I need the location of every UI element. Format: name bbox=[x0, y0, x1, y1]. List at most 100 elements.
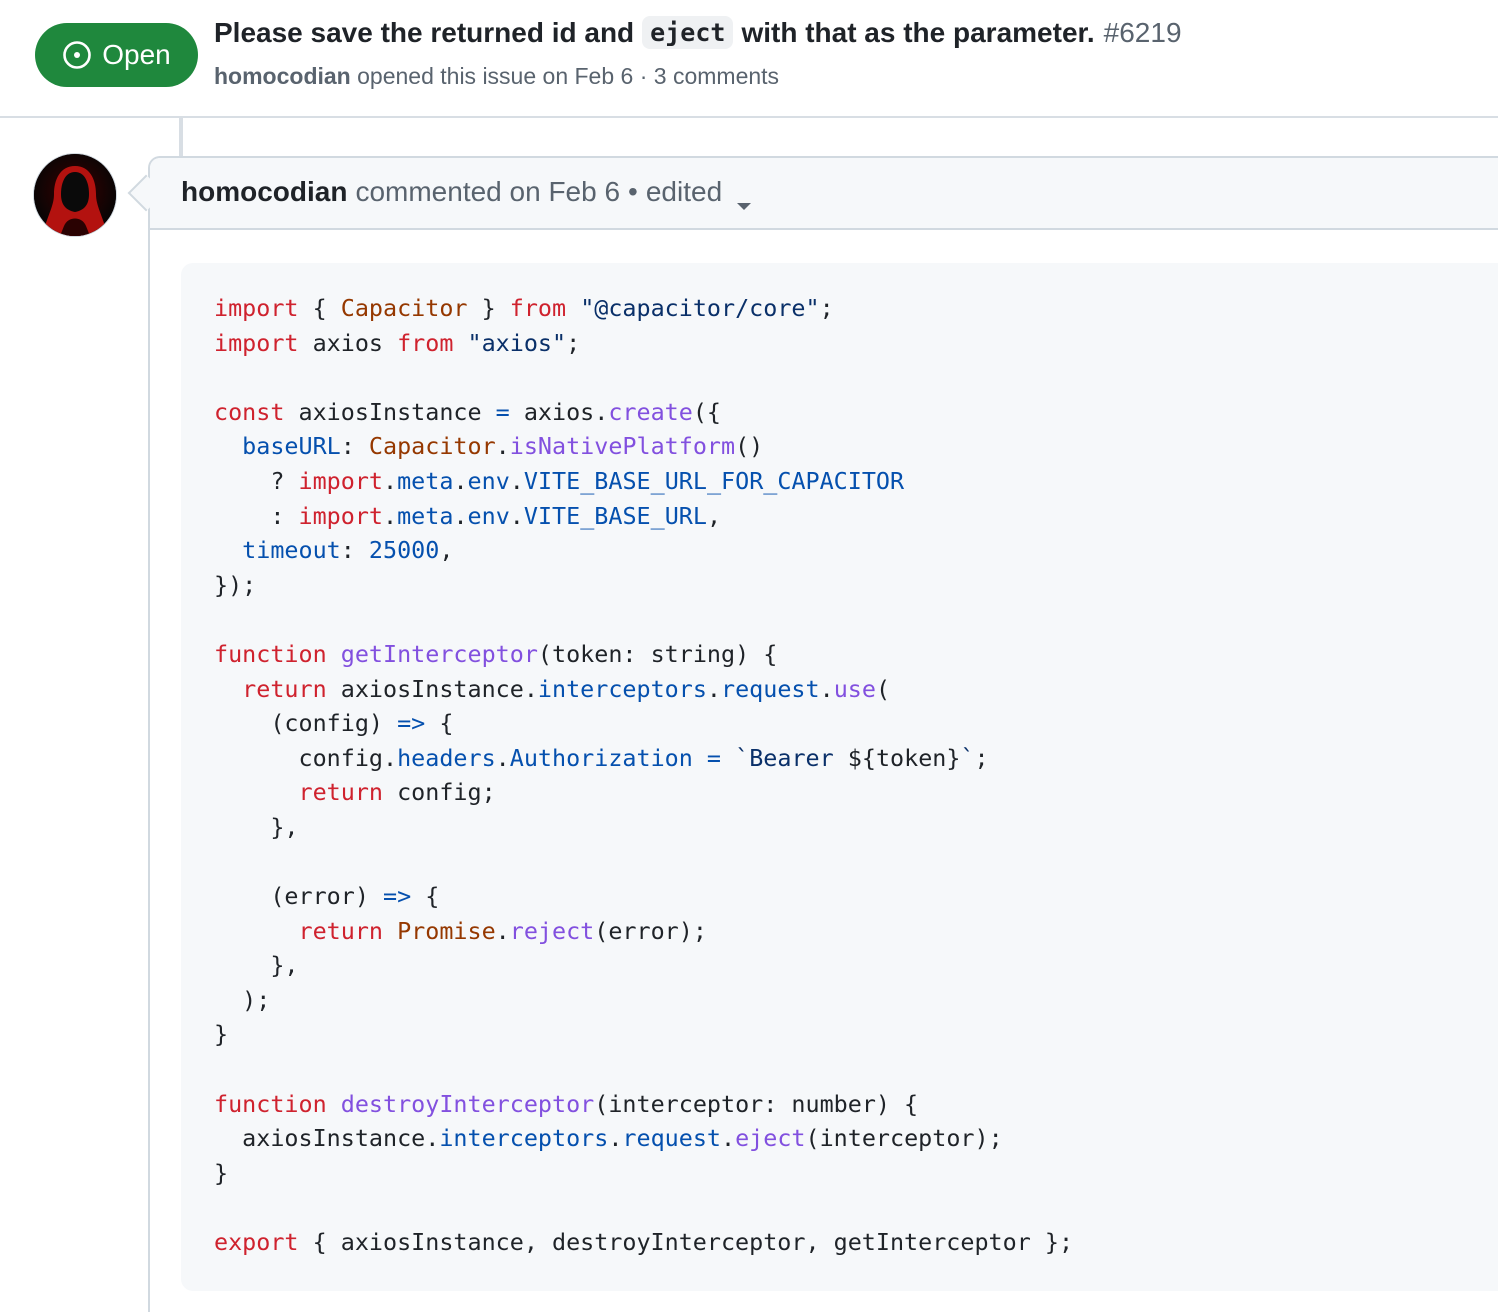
code-token: => bbox=[383, 882, 412, 911]
code-token: . bbox=[509, 466, 524, 495]
code-line: config.headers.Authorization = `Bearer $… bbox=[214, 741, 1498, 776]
code-token: () bbox=[735, 432, 764, 461]
avatar[interactable] bbox=[34, 154, 116, 236]
code-line: function destroyInterceptor(interceptor:… bbox=[214, 1087, 1498, 1122]
code-token: , bbox=[439, 536, 454, 565]
code-token: . bbox=[383, 466, 398, 495]
code-token: VITE_BASE_URL bbox=[523, 501, 707, 530]
issue-number: #6219 bbox=[1103, 16, 1182, 48]
code-token: (error); bbox=[594, 916, 707, 945]
code-token: create bbox=[608, 397, 693, 426]
issue-meta: homocodian opened this issue on Feb 6 · … bbox=[214, 63, 779, 90]
code-token: ({ bbox=[692, 397, 722, 426]
code-line: axiosInstance.interceptors.request.eject… bbox=[214, 1121, 1498, 1156]
code-line: ); bbox=[214, 983, 1498, 1018]
code-token: : bbox=[214, 501, 299, 530]
issue-header: Open Please save the returned id and eje… bbox=[0, 0, 1498, 118]
code-token: meta bbox=[397, 466, 454, 495]
code-token: = bbox=[495, 397, 510, 426]
code-line: (config) => { bbox=[214, 706, 1498, 741]
code-token: }); bbox=[214, 570, 257, 599]
code-token: } bbox=[214, 1020, 229, 1049]
code-token: . bbox=[706, 674, 722, 703]
code-token: from bbox=[397, 328, 454, 357]
code-token: baseURL bbox=[242, 432, 341, 461]
code-line: } bbox=[214, 1156, 1498, 1191]
code-token: (error) bbox=[214, 882, 383, 911]
code-token: axiosInstance bbox=[284, 397, 496, 426]
code-line: export { axiosInstance, destroyIntercept… bbox=[214, 1225, 1498, 1260]
code-token: ` bbox=[960, 743, 975, 772]
code-token: eject bbox=[735, 1124, 806, 1153]
code-token: request bbox=[721, 674, 820, 703]
code-token: use bbox=[833, 674, 876, 703]
code-token: ${token} bbox=[847, 743, 961, 772]
code-line: const axiosInstance = axios.create({ bbox=[214, 395, 1498, 430]
comment-date-text[interactable]: commented on Feb 6 bbox=[355, 176, 620, 208]
code-token: (token: string) { bbox=[537, 639, 778, 668]
code-token: ; bbox=[974, 743, 989, 772]
code-token: return bbox=[298, 916, 384, 945]
code-token: from bbox=[509, 294, 567, 322]
caret-down-icon[interactable] bbox=[736, 187, 752, 210]
code-token: ; bbox=[819, 294, 834, 322]
code-token: Promise bbox=[397, 916, 496, 945]
code-token: VITE_BASE_URL_FOR_CAPACITOR bbox=[523, 466, 905, 495]
code-token: . bbox=[383, 501, 398, 530]
code-token: getInterceptor bbox=[340, 639, 538, 668]
code-token: . bbox=[721, 1124, 736, 1153]
comment-edited-label[interactable]: edited bbox=[646, 176, 722, 208]
comment-author-link[interactable]: homocodian bbox=[181, 176, 347, 208]
code-token: => bbox=[397, 709, 426, 738]
code-token: import bbox=[214, 294, 299, 322]
hooded-figure-icon bbox=[34, 154, 116, 236]
code-token: request bbox=[622, 1124, 721, 1153]
code-token: . bbox=[453, 466, 468, 495]
code-token: 25000 bbox=[368, 536, 440, 565]
code-token: headers bbox=[397, 743, 496, 772]
code-token: (config) bbox=[214, 709, 398, 738]
code-token: import bbox=[214, 328, 299, 357]
code-token: . bbox=[608, 1124, 623, 1153]
issue-author-link[interactable]: homocodian bbox=[214, 63, 351, 89]
issue-title-text-start: Please save the returned id and bbox=[214, 16, 635, 48]
code-line: function getInterceptor(token: string) { bbox=[214, 637, 1498, 672]
code-token: ( bbox=[875, 674, 891, 703]
issue-title-text-end: with that as the parameter. bbox=[741, 16, 1095, 48]
code-token: return bbox=[242, 674, 327, 703]
code-content: import { Capacitor } from "@capacitor/co… bbox=[214, 291, 1498, 1260]
code-line: return Promise.reject(error); bbox=[214, 914, 1498, 949]
code-token: ; bbox=[566, 328, 581, 357]
code-block[interactable]: import { Capacitor } from "@capacitor/co… bbox=[181, 263, 1498, 1291]
code-token: Capacitor bbox=[340, 294, 468, 322]
code-token: ); bbox=[214, 985, 271, 1014]
code-token: (interceptor: number) { bbox=[594, 1089, 919, 1118]
meta-separator: · bbox=[639, 63, 648, 89]
code-line: } bbox=[214, 1017, 1498, 1052]
code-line: import { Capacitor } from "@capacitor/co… bbox=[214, 291, 1498, 326]
code-token: { axiosInstance, destroyInterceptor, get… bbox=[298, 1228, 1074, 1257]
issue-state-label: Open bbox=[102, 39, 171, 70]
code-token: . bbox=[495, 432, 510, 461]
code-token: axios bbox=[298, 328, 398, 357]
code-line: return config; bbox=[214, 775, 1498, 810]
issue-state-badge: Open bbox=[35, 23, 198, 87]
code-line: }, bbox=[214, 948, 1498, 983]
code-line: import axios from "axios"; bbox=[214, 326, 1498, 361]
code-token: env bbox=[467, 466, 510, 495]
code-token: config. bbox=[214, 743, 398, 772]
code-token: : bbox=[340, 432, 369, 461]
code-token: import bbox=[298, 466, 384, 495]
